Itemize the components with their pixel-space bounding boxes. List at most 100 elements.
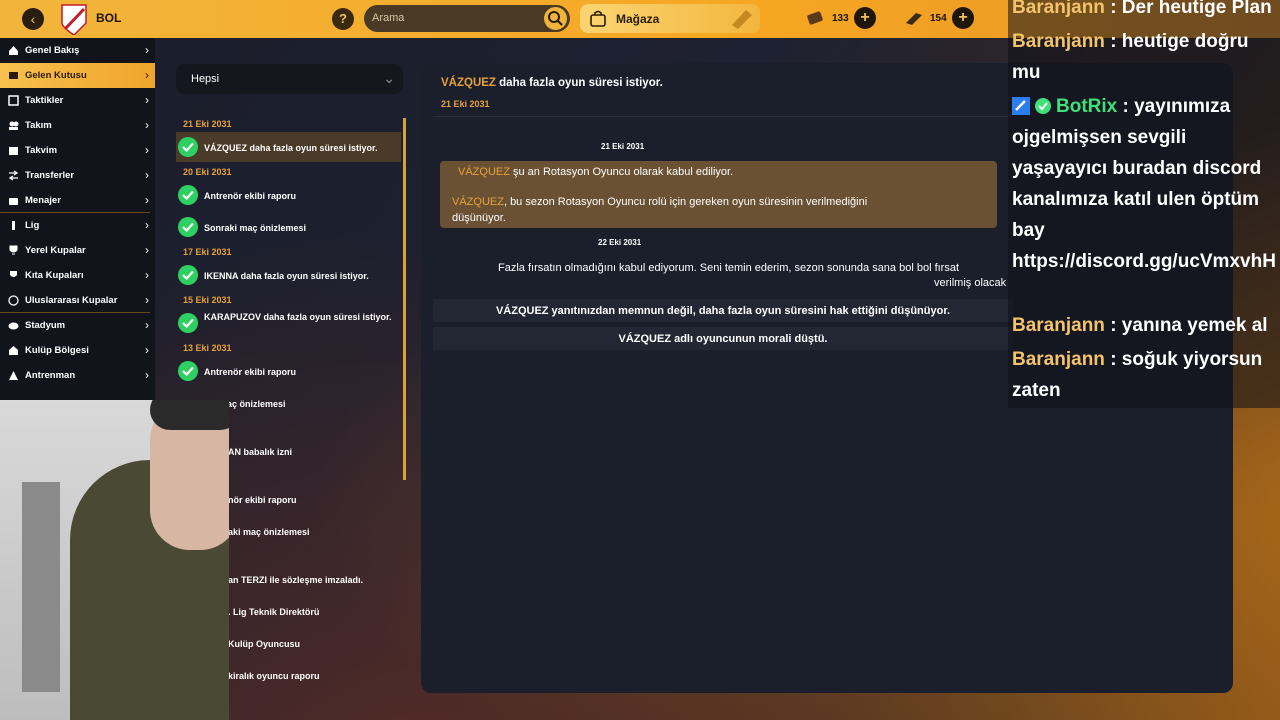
chat-text: : yanına yemek al [1104,315,1268,336]
inbox-message[interactable]: Antrenör ekibi raporu [176,180,401,210]
sidebar-item-label: Kulüp Bölgesi [25,345,89,356]
player-name[interactable]: VÁZQUEZ [458,166,510,178]
system-message-text: VÁZQUEZ yanıtınızdan memnun değil, daha … [495,305,951,317]
store-label: Mağaza [616,12,660,26]
gold-bar-icon [906,13,922,25]
bubble-line: VÁZQUEZ, bu sezon Rotasyon Oyuncu rolü i… [452,196,867,208]
stadium-icon [8,322,19,330]
chevron-right-icon: › [145,243,149,257]
sidebar-item-label: Kıta Kupaları [25,270,84,281]
sidebar-item-label: Menajer [25,195,61,206]
chevron-right-icon: › [145,343,149,357]
date-header: 17 Eki 2031 [183,247,232,257]
inbox-icon [9,72,18,79]
search-placeholder: Arama [372,12,405,24]
chat-username: BotRix [1056,96,1118,117]
sidebar-item-transfers[interactable]: Transferler › [0,163,155,188]
message-subject: Antrenör ekibi raporu [204,367,297,377]
ticket-icon [732,10,752,29]
chevron-right-icon: › [145,368,149,382]
sidebar-item-training[interactable]: Antrenman › [0,363,155,388]
search-input[interactable]: Arama [364,5,570,32]
chat-message: Baranjann : Der heutige Plan [1012,0,1276,23]
sidebar-item-label: Lig [25,220,40,231]
chevron-right-icon: › [145,143,149,157]
player-name[interactable]: VÁZQUEZ [452,196,504,208]
inbox-message[interactable]: IKENNA daha fazla oyun süresi istiyor. [176,260,401,290]
sidebar-item-stadium[interactable]: Stadyum › [0,313,155,338]
chevron-right-icon: › [145,268,149,282]
system-message-text: VÁZQUEZ adlı oyuncunun morali düştü. [618,333,828,345]
training-icon [9,371,18,380]
inbox-message[interactable]: KARAPUZOV daha fazla oyun süresi istiyor… [176,308,401,338]
check-icon [178,361,198,381]
sidebar-item-label: Gelen Kutusu [25,70,87,81]
check-icon [178,137,198,157]
person-hair-image [150,400,229,430]
chevron-right-icon: › [145,293,149,307]
sidebar-item-league[interactable]: Lig › [0,213,155,238]
add-gold-button[interactable]: + [952,7,974,29]
webcam-overlay [0,400,229,720]
thread-date: 21 Eki 2031 [601,142,645,151]
chevron-down-icon: ⌄ [383,70,395,86]
sidebar-item-label: Uluslararası Kupalar [25,295,118,306]
inbox-message[interactable]: Antrenör ekibi raporu [176,356,401,386]
chat-text: : Der heutige Plan [1104,0,1272,18]
sidebar-item-inbox[interactable]: Gelen Kutusu › [0,63,155,88]
sidebar-item-manager[interactable]: Menajer › [0,188,155,213]
transfer-icon [8,170,19,181]
chevron-right-icon: › [145,118,149,132]
chat-message: BotRix : yayınımıza ojgelmişsen sevgili … [1012,91,1276,277]
inbox-scrollbar[interactable] [403,118,406,480]
coins-value: 133 [832,13,849,24]
sidebar-item-label: Takım [25,120,52,131]
message-subject: Kulüp Oyuncusu [228,639,300,649]
message-subject: IKENNA daha fazla oyun süresi istiyor. [204,271,369,281]
reply-line: Fazla fırsatın olmadığını kabul ediyorum… [498,262,960,274]
chat-username: Baranjann [1012,31,1105,52]
tactics-icon [8,95,19,106]
sidebar-item-label: Taktikler [25,95,64,106]
chevron-right-icon: › [145,93,149,107]
thread-date: 22 Eki 2031 [598,238,642,247]
sidebar-item-overview[interactable]: Genel Bakış › [0,38,155,63]
sidebar-item-club-area[interactable]: Kulüp Bölgesi › [0,338,155,363]
stream-chat-overlay: Baranjann : Der heutige Plan Baranjann :… [1008,0,1280,408]
help-button[interactable]: ? [332,8,354,30]
message-subject: AN babalık izni [228,447,293,457]
chevron-right-icon: › [145,218,149,232]
message-subject: kiralık oyuncu raporu [228,671,320,681]
back-button[interactable]: ‹ [22,8,44,30]
message-subject: KARAPUZOV daha fazla oyun süresi istiyor… [204,312,392,322]
add-coins-button[interactable]: + [854,7,876,29]
sidebar-item-label: Genel Bakış [25,45,80,56]
chevron-right-icon: › [145,43,149,57]
sidebar-item-calendar[interactable]: Takvim › [0,138,155,163]
message-subject: Sonraki maç önizlemesi [204,223,307,233]
sidebar-item-team[interactable]: Takım › [0,113,155,138]
chevron-right-icon: › [145,318,149,332]
search-icon[interactable] [544,7,567,30]
currency-gold: 154 + [904,6,974,32]
home-icon [9,46,18,55]
manager-icon [9,198,18,205]
title-text: daha fazla oyun süresi istiyor. [495,77,663,89]
sidebar-item-domestic-cups[interactable]: Yerel Kupalar › [0,238,155,263]
sidebar-item-tactics[interactable]: Taktikler › [0,88,155,113]
sidebar-item-continental-cups[interactable]: Kıta Kupaları › [0,263,155,288]
system-message: VÁZQUEZ yanıtınızdan memnun değil, daha … [433,299,1013,322]
verified-icon [1035,98,1051,114]
message-subject: nör ekibi raporu [228,495,297,505]
club-name: BOL [96,11,122,25]
date-header: 15 Eki 2031 [183,295,232,305]
sidebar-item-international-cups[interactable]: Uluslararası Kupalar › [0,288,155,313]
store-button[interactable]: Mağaza [580,4,760,33]
inbox-message[interactable]: VÁZQUEZ daha fazla oyun süresi istiyor. [176,132,401,162]
sidebar-item-label: Transferler [25,170,75,181]
chevron-right-icon: › [145,68,149,82]
player-name[interactable]: VÁZQUEZ [441,77,496,89]
club-logo-icon [61,4,87,35]
inbox-message[interactable]: Sonraki maç önizlemesi [176,212,401,242]
inbox-filter-dropdown[interactable]: Hepsi ⌄ [176,64,403,94]
